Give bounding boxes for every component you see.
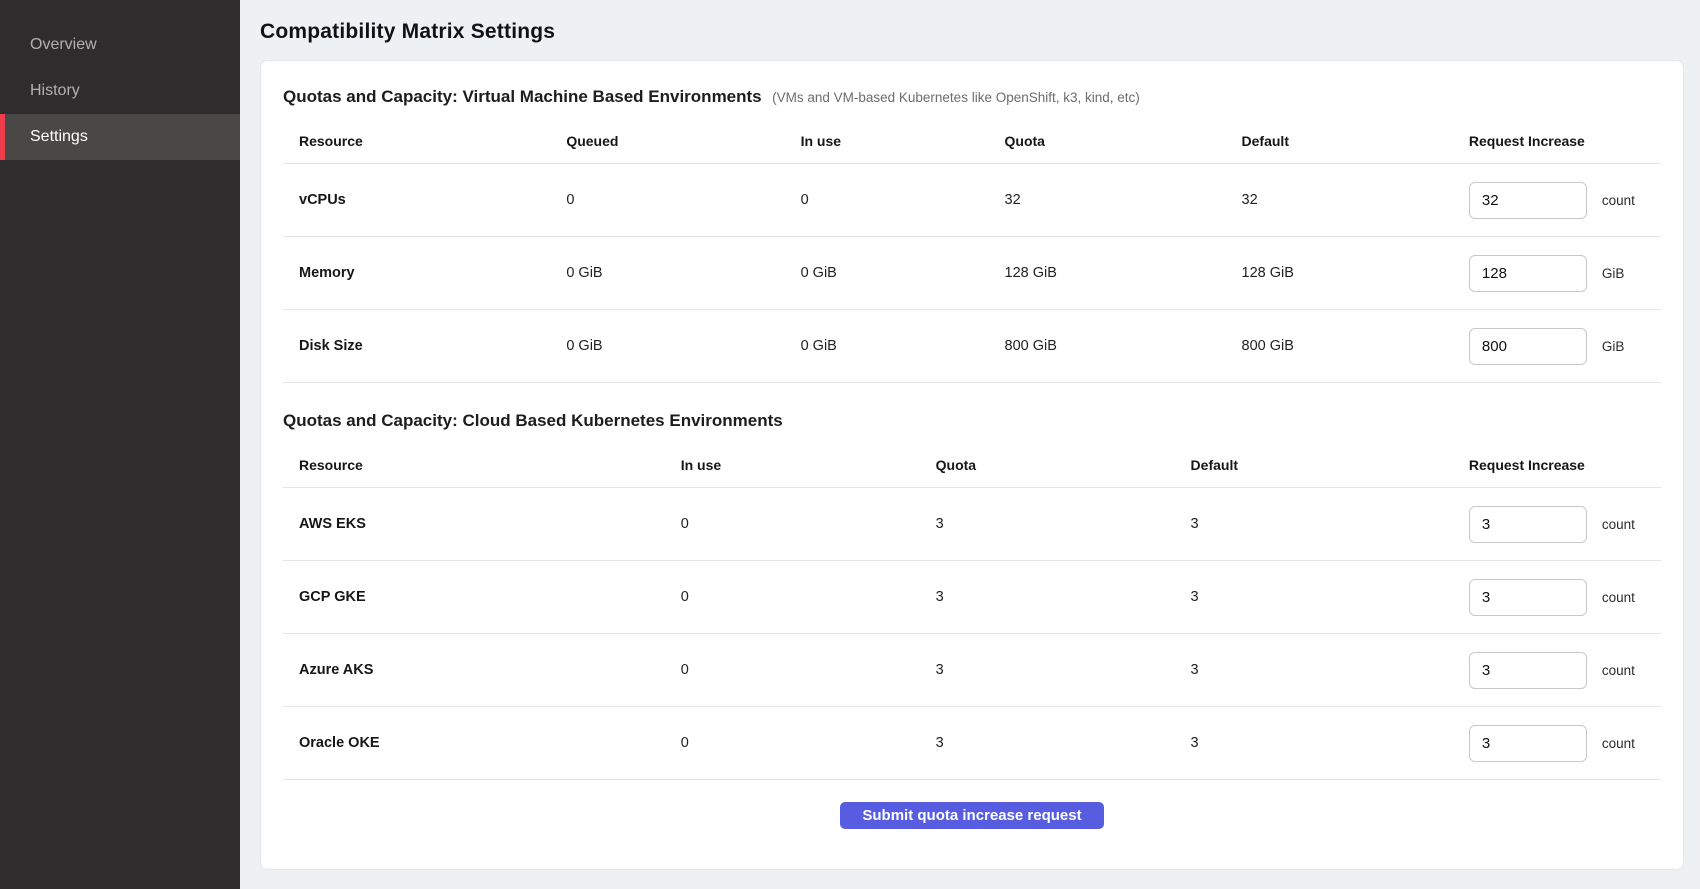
quota-value: 3 bbox=[920, 634, 1175, 707]
col-header-request-increase: Request Increase bbox=[1453, 441, 1661, 488]
unit-label: count bbox=[1602, 193, 1635, 208]
submit-quota-increase-button[interactable]: Submit quota increase request bbox=[840, 802, 1103, 829]
vm-section-title: Quotas and Capacity: Virtual Machine Bas… bbox=[283, 87, 762, 106]
sidebar-item-overview[interactable]: Overview bbox=[0, 22, 240, 68]
col-header-in-use: In use bbox=[785, 117, 989, 164]
col-header-request-increase: Request Increase bbox=[1453, 117, 1661, 164]
in-use-value: 0 bbox=[665, 634, 920, 707]
default-value: 3 bbox=[1175, 561, 1453, 634]
col-header-in-use: In use bbox=[665, 441, 920, 488]
sidebar-item-history[interactable]: History bbox=[0, 68, 240, 114]
col-header-quota: Quota bbox=[920, 441, 1175, 488]
default-value: 32 bbox=[1226, 164, 1453, 237]
col-header-resource: Resource bbox=[283, 117, 550, 164]
resource-name: vCPUs bbox=[283, 164, 550, 237]
resource-name: Azure AKS bbox=[283, 634, 665, 707]
unit-label: count bbox=[1602, 663, 1635, 678]
col-header-quota: Quota bbox=[989, 117, 1226, 164]
default-value: 3 bbox=[1175, 488, 1453, 561]
unit-label: count bbox=[1602, 590, 1635, 605]
queued-value: 0 bbox=[550, 164, 784, 237]
resource-name: AWS EKS bbox=[283, 488, 665, 561]
quota-value: 3 bbox=[920, 561, 1175, 634]
cloud-section-heading: Quotas and Capacity: Cloud Based Kuberne… bbox=[283, 411, 1661, 431]
quotas-card: Quotas and Capacity: Virtual Machine Bas… bbox=[260, 60, 1684, 870]
unit-label: count bbox=[1602, 736, 1635, 751]
table-row-oracle-oke: Oracle OKE 0 3 3 count bbox=[283, 707, 1661, 780]
table-row-memory: Memory 0 GiB 0 GiB 128 GiB 128 GiB GiB bbox=[283, 237, 1661, 310]
submit-row: Submit quota increase request bbox=[283, 780, 1661, 839]
aws-eks-request-input[interactable] bbox=[1469, 506, 1587, 543]
in-use-value: 0 bbox=[665, 488, 920, 561]
disk-size-request-input[interactable] bbox=[1469, 328, 1587, 365]
resource-name: GCP GKE bbox=[283, 561, 665, 634]
table-row-gcp-gke: GCP GKE 0 3 3 count bbox=[283, 561, 1661, 634]
gcp-gke-request-input[interactable] bbox=[1469, 579, 1587, 616]
vm-section-subtitle: (VMs and VM-based Kubernetes like OpenSh… bbox=[772, 90, 1140, 105]
cloud-section-title: Quotas and Capacity: Cloud Based Kuberne… bbox=[283, 411, 783, 430]
vm-quota-table: Resource Queued In use Quota Default Req… bbox=[283, 117, 1661, 383]
main-content: Compatibility Matrix Settings Quotas and… bbox=[240, 0, 1700, 889]
table-row-aws-eks: AWS EKS 0 3 3 count bbox=[283, 488, 1661, 561]
quota-value: 800 GiB bbox=[989, 310, 1226, 383]
col-header-resource: Resource bbox=[283, 441, 665, 488]
page-title: Compatibility Matrix Settings bbox=[260, 20, 1684, 44]
quota-value: 32 bbox=[989, 164, 1226, 237]
col-header-queued: Queued bbox=[550, 117, 784, 164]
resource-name: Memory bbox=[283, 237, 550, 310]
default-value: 128 GiB bbox=[1226, 237, 1453, 310]
cloud-quota-table: Resource In use Quota Default Request In… bbox=[283, 441, 1661, 780]
in-use-value: 0 bbox=[665, 707, 920, 780]
default-value: 3 bbox=[1175, 707, 1453, 780]
memory-request-input[interactable] bbox=[1469, 255, 1587, 292]
in-use-value: 0 GiB bbox=[785, 237, 989, 310]
vm-table-header: Resource Queued In use Quota Default Req… bbox=[283, 117, 1661, 164]
in-use-value: 0 GiB bbox=[785, 310, 989, 383]
table-row-vcpus: vCPUs 0 0 32 32 count bbox=[283, 164, 1661, 237]
sidebar: Overview History Settings bbox=[0, 0, 240, 889]
in-use-value: 0 bbox=[665, 561, 920, 634]
quota-value: 3 bbox=[920, 488, 1175, 561]
queued-value: 0 GiB bbox=[550, 237, 784, 310]
resource-name: Oracle OKE bbox=[283, 707, 665, 780]
azure-aks-request-input[interactable] bbox=[1469, 652, 1587, 689]
quota-value: 3 bbox=[920, 707, 1175, 780]
quota-value: 128 GiB bbox=[989, 237, 1226, 310]
default-value: 800 GiB bbox=[1226, 310, 1453, 383]
in-use-value: 0 bbox=[785, 164, 989, 237]
queued-value: 0 GiB bbox=[550, 310, 784, 383]
col-header-default: Default bbox=[1175, 441, 1453, 488]
col-header-default: Default bbox=[1226, 117, 1453, 164]
table-row-azure-aks: Azure AKS 0 3 3 count bbox=[283, 634, 1661, 707]
resource-name: Disk Size bbox=[283, 310, 550, 383]
vcpus-request-input[interactable] bbox=[1469, 182, 1587, 219]
oracle-oke-request-input[interactable] bbox=[1469, 725, 1587, 762]
app-window: Overview History Settings Compatibility … bbox=[0, 0, 1700, 889]
unit-label: GiB bbox=[1602, 339, 1625, 354]
unit-label: count bbox=[1602, 517, 1635, 532]
vm-section-heading: Quotas and Capacity: Virtual Machine Bas… bbox=[283, 87, 1661, 107]
cloud-table-header: Resource In use Quota Default Request In… bbox=[283, 441, 1661, 488]
default-value: 3 bbox=[1175, 634, 1453, 707]
sidebar-item-settings[interactable]: Settings bbox=[0, 114, 240, 160]
unit-label: GiB bbox=[1602, 266, 1625, 281]
table-row-disk-size: Disk Size 0 GiB 0 GiB 800 GiB 800 GiB Gi… bbox=[283, 310, 1661, 383]
